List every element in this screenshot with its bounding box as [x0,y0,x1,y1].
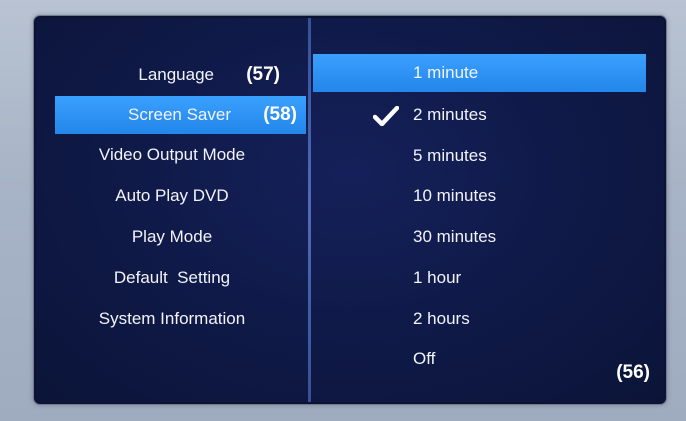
menu-item-label: System Information [98,309,246,328]
callout-badge: (57) [246,64,280,85]
menu-item-label: Default Setting [113,268,231,287]
menu-item-default-setting[interactable]: Default Setting [36,259,308,297]
option-label: Off [413,349,436,368]
menu-item-label: Screen Saver [128,105,231,124]
menu-item-system-information[interactable]: System Information [36,300,308,338]
option-off[interactable]: Off [313,340,646,378]
menu-item-auto-play-dvd[interactable]: Auto Play DVD [36,177,308,215]
callout-badge: (56) [616,362,650,383]
option-10-minutes[interactable]: 10 minutes [313,177,646,215]
option-label: 2 minutes [413,105,487,124]
option-label: 2 hours [413,309,470,328]
option-label: 1 minute [413,63,479,82]
option-label: 30 minutes [413,227,497,246]
option-label: 10 minutes [413,186,497,205]
option-label: 5 minutes [413,146,487,165]
menu-item-label: Language [138,65,214,84]
menu-item-video-output-mode[interactable]: Video Output Mode [36,136,308,174]
checkmark-icon [373,106,399,126]
menu-item-label: Play Mode [131,227,213,246]
option-1-minute[interactable]: 1 minute [313,54,646,92]
screen-saver-options-menu: 1 minute 2 minutes 5 minutes 10 minutes … [311,18,664,402]
menu-item-label: Auto Play DVD [115,186,229,205]
option-2-hours[interactable]: 2 hours [313,300,646,338]
option-label: 1 hour [413,268,462,287]
option-5-minutes[interactable]: 5 minutes [313,137,646,175]
settings-category-menu: Language (57) Screen Saver (58) Video Ou… [36,18,308,402]
option-1-hour[interactable]: 1 hour [313,259,646,297]
option-30-minutes[interactable]: 30 minutes [313,218,646,256]
menu-item-screen-saver[interactable]: Screen Saver (58) [55,96,306,134]
option-2-minutes[interactable]: 2 minutes [313,96,646,134]
menu-item-language[interactable]: Language (57) [36,56,308,94]
menu-item-play-mode[interactable]: Play Mode [36,218,308,256]
settings-screen: Language (57) Screen Saver (58) Video Ou… [36,18,664,402]
callout-badge: (58) [263,104,297,125]
menu-item-label: Video Output Mode [98,145,246,164]
